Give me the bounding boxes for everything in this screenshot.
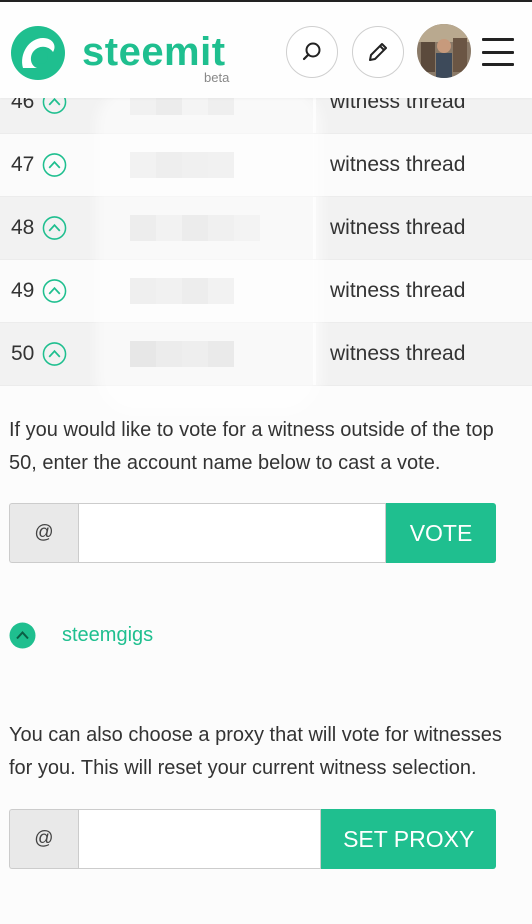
search-button[interactable] [286, 26, 338, 78]
voted-witness-item: steemgigs [9, 622, 153, 649]
witness-thread-link[interactable]: witness thread [330, 153, 465, 177]
set-proxy-button[interactable]: SET PROXY [321, 809, 496, 869]
brand-name[interactable]: steemit [82, 30, 226, 74]
proxy-account-input[interactable] [77, 809, 322, 869]
pencil-icon [369, 43, 387, 61]
vote-instructions: If you would like to vote for a witness … [9, 419, 494, 474]
voted-witness-name[interactable]: steemgigs [62, 624, 153, 647]
proxy-instructions: You can also choose a proxy that will vo… [9, 724, 502, 779]
vote-input-group: @ VOTE [9, 503, 496, 563]
upvote-icon[interactable] [42, 153, 67, 178]
upvote-icon[interactable] [42, 216, 67, 241]
witness-rank: 50 [11, 342, 35, 365]
search-icon [302, 42, 321, 61]
witness-thread-link[interactable]: witness thread [330, 279, 465, 303]
upvote-icon[interactable] [42, 342, 67, 367]
top-navbar: steemit beta [0, 0, 532, 98]
witness-rank: 49 [11, 279, 35, 302]
proxy-input-group: @ SET PROXY [9, 809, 496, 869]
beta-badge: beta [204, 70, 230, 85]
witness-thread-link[interactable]: witness thread [330, 216, 465, 240]
redaction-smear [96, 86, 322, 416]
hamburger-menu-icon[interactable] [482, 38, 514, 66]
witness-rank: 48 [11, 216, 35, 239]
avatar[interactable] [417, 24, 471, 78]
upvoted-icon[interactable] [9, 622, 36, 649]
avatar-photo [417, 24, 471, 78]
vote-button[interactable]: VOTE [386, 503, 496, 563]
witness-thread-link[interactable]: witness thread [330, 342, 465, 366]
at-prefix: @ [9, 503, 78, 563]
steemit-logo-icon[interactable] [9, 24, 67, 82]
witness-rank: 47 [11, 153, 35, 176]
upvote-icon[interactable] [42, 279, 67, 304]
at-prefix: @ [9, 809, 78, 869]
witness-account-input[interactable] [78, 503, 386, 563]
submit-post-button[interactable] [352, 26, 404, 78]
